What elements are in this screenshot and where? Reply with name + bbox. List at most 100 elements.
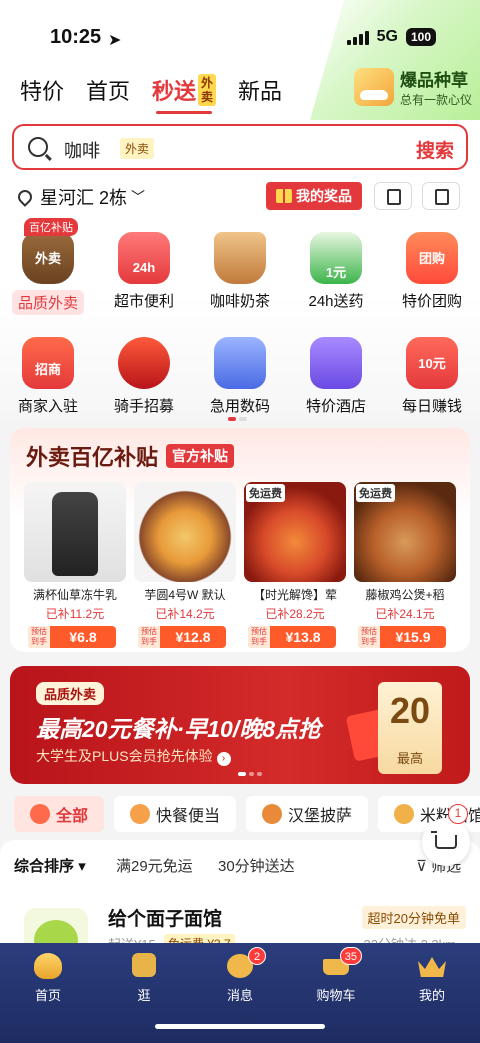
sort-free-delivery[interactable]: 满29元免运 [116,855,193,876]
free-shipping-tag: 免运费 [246,484,285,502]
location-row: 星河汇 2栋 ﹀ 我的奖品 [15,182,462,212]
category-medicine[interactable]: 1元 24h送药 [290,222,382,315]
cart-icon [431,831,437,833]
tabbar-label: 购物车 [316,988,356,1003]
location-text[interactable]: 星河汇 2栋 [40,184,127,210]
category-merchant-join[interactable]: 招商 商家入驻 [2,327,94,416]
search-bar[interactable]: 咖啡 外卖 搜索 [12,124,468,170]
device-button[interactable] [422,182,460,210]
takeout-bag-icon: 外卖 [22,232,74,284]
medicine-icon-text: 1元 [325,265,347,280]
ticket-label: 最高 [396,751,423,766]
subsidy-section: 外卖百亿补贴 官方补贴 满杯仙草冻牛乳 已补11.2元 预估到手 ¥6.8 芋圆4… [10,428,470,652]
network-label: 5G [376,28,398,45]
category-quality-takeout[interactable]: 百亿补贴 外卖 品质外卖 [2,218,94,315]
category-page-indicator [228,417,247,421]
product-card[interactable]: 满杯仙草冻牛乳 已补11.2元 预估到手 ¥6.8 [24,482,126,648]
my-prizes-label: 我的奖品 [296,188,352,204]
banner-subtitle-text: 大学生及PLUS会员抢先体验 [36,748,213,764]
merchant-icon-text: 招商 [34,362,61,377]
product-name: 【时光解馋】荤 [252,588,337,602]
search-button[interactable]: 搜索 [416,136,454,163]
arrow-right-icon: › [216,752,231,766]
banner-page-indicator [238,772,262,776]
filter-tab-burger[interactable]: 汉堡披萨 [246,796,369,832]
category-label: 特价团购 [401,293,462,310]
coffee-cup-icon [214,232,266,284]
signal-icon [346,29,369,45]
price-tag: 预估到手 [248,626,270,648]
category-label: 商家入驻 [17,398,78,415]
category-filter-tabs: 全部 快餐便当 汉堡披萨 米粉面馆 [14,796,480,832]
location-arrow-icon: ➤ [108,32,122,49]
promo-corner[interactable]: 爆品种草 总有一款心仪 [353,66,472,108]
product-card[interactable]: 芋圆4号W 默认 已补14.2元 预估到手 ¥12.8 [134,482,236,648]
rider-icon [118,337,170,389]
earn-icon-text: 10元 [418,356,446,371]
category-coffee[interactable]: 咖啡奶茶 [194,222,286,315]
search-input[interactable]: 咖啡 [64,137,100,163]
product-card[interactable]: 免运费 【时光解馋】荤 已补28.2元 预估到手 ¥13.8 [244,482,346,648]
category-earn[interactable]: 10元 每日赚钱 [386,327,478,416]
tabbar-home[interactable]: 首页 [8,951,88,1004]
category-label: 急用数码 [209,398,270,415]
group-buy-icon-text: 团购 [418,251,445,266]
group-buy-icon: 团购 [406,232,458,284]
category-label: 品质外卖 [11,290,84,315]
browse-icon [128,951,160,981]
cart-badge: 35 [339,947,362,965]
category-label: 超市便利 [113,293,174,310]
category-digital[interactable]: 急用数码 [194,327,286,416]
category-supermarket[interactable]: 24h 超市便利 [98,222,190,315]
filter-tab-all[interactable]: 全部 [14,796,105,832]
tabbar-mine[interactable]: 我的 [392,951,472,1004]
category-hotel[interactable]: 特价酒店 [290,327,382,416]
category-label: 24h送药 [308,293,364,310]
sort-30min[interactable]: 30分钟送达 [218,855,295,876]
tabbar-label: 我的 [418,988,445,1003]
category-group-buy[interactable]: 团购 特价团购 [386,222,478,315]
product-name: 芋圆4号W 默认 [144,588,226,602]
tab-miaosong[interactable]: 秒送 外卖 [152,74,217,114]
orders-button[interactable] [374,182,412,210]
product-price: 预估到手 ¥13.8 [248,626,336,648]
sort-default[interactable]: 综合排序 ▾ [14,855,86,876]
ticket-value: 20 [389,690,431,731]
status-right: 5G 100 [346,28,436,46]
filter-tab-fastfood[interactable]: 快餐便当 [114,796,237,832]
promo-banner[interactable]: 品质外卖 最高20元餐补·早10/晚8点抢 大学生及PLUS会员抢先体验 › 20… [10,666,470,784]
tabbar-messages[interactable]: 2 消息 [200,947,280,1004]
price-tag: 预估到手 [358,626,380,648]
product-image [134,482,236,582]
store-icon-text: 24h [132,260,156,275]
subsidy-products: 满杯仙草冻牛乳 已补11.2元 预估到手 ¥6.8 芋圆4号W 默认 已补14.2… [24,482,456,648]
bento-icon [130,804,151,824]
chevron-down-icon: ▾ [78,858,86,875]
tabbar-browse[interactable]: 逛 [104,951,184,1004]
category-rider[interactable]: 骑手招募 [98,327,190,416]
price-value: ¥6.8 [69,629,97,645]
sneaker-icon [353,68,394,106]
location-pin-icon [15,187,35,207]
product-name: 满杯仙草冻牛乳 [32,588,117,602]
sort-bar: 综合排序 ▾ 满29元免运 30分钟送达 ⊽ 筛选 [0,840,480,888]
product-image: 免运费 [354,482,456,582]
tab-home[interactable]: 首页 [86,74,130,106]
chevron-down-icon[interactable]: ﹀ [131,187,145,207]
sort-default-label: 综合排序 [14,858,75,875]
product-image: 免运费 [244,482,346,582]
tab-new[interactable]: 新品 [238,74,282,106]
my-prizes-button[interactable]: 我的奖品 [266,182,362,210]
crown-icon [416,951,448,981]
filter-tab-label: 快餐便当 [156,808,221,825]
tab-tejia[interactable]: 特价 [20,74,64,106]
category-label: 特价酒店 [305,398,366,415]
price-value: ¥13.8 [285,629,321,645]
tabbar-cart[interactable]: 35 购物车 [296,947,376,1004]
category-label: 每日赚钱 [401,398,462,415]
banner-headline: 最高20元餐补·早10/晚8点抢 [36,716,322,742]
product-card[interactable]: 免运费 藤椒鸡公煲+稻 已补24.1元 预估到手 ¥15.9 [354,482,456,648]
floating-cart-button[interactable]: 1 [422,804,470,866]
shop-guarantee-badge: 超时20分钟免单 [361,906,466,929]
tab-miaosong-label: 秒送 [152,79,197,104]
